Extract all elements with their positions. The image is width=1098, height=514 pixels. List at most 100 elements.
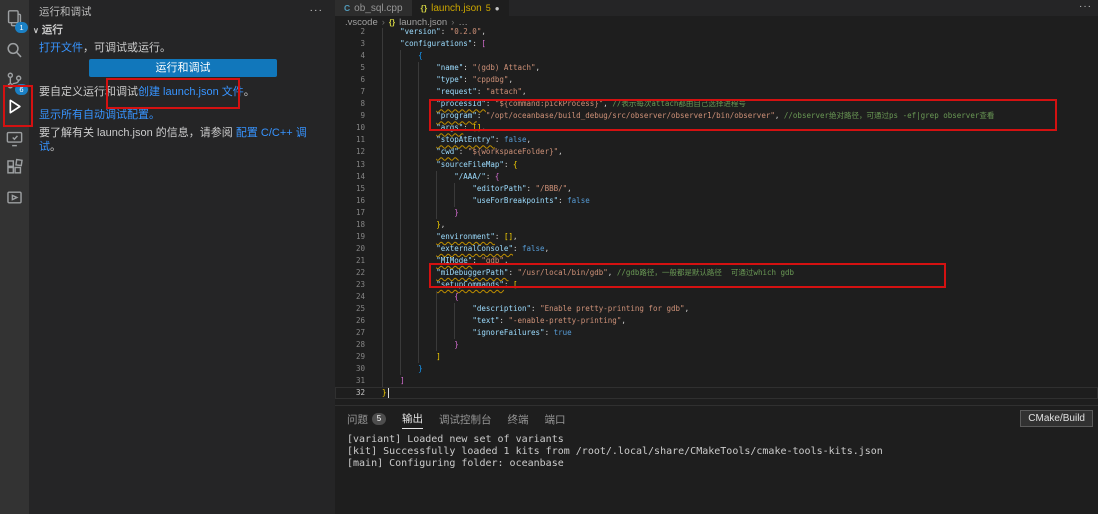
modified-dot-icon: ● [494, 3, 500, 13]
line-number: 10 [355, 123, 365, 133]
output-line: [main] Configuring folder: oceanbase [347, 458, 564, 469]
json-file-icon: {} [420, 3, 428, 13]
code-line[interactable]: 11 "stopAtEntry": false, [335, 134, 1098, 147]
line-number: 9 [360, 111, 365, 121]
code-line[interactable]: 5 "name": "(gdb) Attach", [335, 62, 1098, 75]
code-line[interactable]: 30} [335, 363, 1098, 376]
customize-hint: 要自定义运行和调试创建 launch.json 文件。 [39, 86, 255, 98]
code-line[interactable]: 24{ [335, 291, 1098, 304]
run-section-header[interactable]: ∨ 运行 [33, 22, 63, 37]
code-line[interactable]: 12 "cwd": "${workspaceFolder}", [335, 146, 1098, 159]
screen-check-icon [6, 131, 23, 146]
sidebar-item-test-remote[interactable] [0, 123, 29, 153]
problems-count-badge: 5 [372, 413, 386, 425]
line-number: 23 [355, 279, 365, 289]
code-line[interactable]: 23 "setupCommands": [ [335, 278, 1098, 292]
code-line[interactable]: 3 "configurations": [ [335, 38, 1098, 51]
output-log: [variant] Loaded new set of variants [kit… [347, 434, 1094, 514]
code-line[interactable]: 9 "program": "/opt/oceanbase/build_debug/… [335, 110, 1098, 123]
breadcrumb-launch-json[interactable]: launch.json [399, 17, 447, 28]
tab-ob-sql-cpp[interactable]: C ob_sql.cpp [335, 0, 412, 16]
sidebar-item-explorer[interactable]: 1 [0, 3, 29, 33]
run-debug-sidebar: 运行和调试 ··· ∨ 运行 打开文件，可调试或运行。 运行和调试 要自定义运行和… [29, 0, 335, 514]
line-number: 7 [360, 87, 365, 97]
code-line[interactable]: 27 "ignoreFailures": true [335, 327, 1098, 340]
tab-launch-json[interactable]: {} launch.json 5 ● [411, 0, 509, 16]
sidebar-item-run-debug[interactable] [0, 91, 29, 121]
panel-tab-输出[interactable]: 输出 [402, 411, 423, 429]
code-line[interactable]: 29] [335, 351, 1098, 364]
sidebar-item-extensions[interactable] [0, 152, 29, 182]
code-line[interactable]: 28} [335, 339, 1098, 352]
code-line[interactable]: 20 "externalConsole": false, [335, 242, 1098, 255]
text-cursor [387, 388, 389, 399]
search-icon [7, 42, 22, 57]
line-number: 29 [355, 352, 365, 362]
breadcrumb-symbol[interactable]: … [458, 17, 468, 28]
code-line[interactable]: 18}, [335, 218, 1098, 231]
line-number: 15 [355, 183, 365, 193]
tab-problem-badge: 5 [485, 3, 491, 13]
chevron-down-icon: ∨ [33, 26, 39, 35]
editor-more-actions[interactable]: ··· [1079, 1, 1092, 15]
code-line[interactable]: 10 "args": [], [335, 122, 1098, 135]
line-number: 16 [355, 195, 365, 205]
line-number: 11 [355, 135, 365, 145]
create-launch-json-link[interactable]: 创建 launch.json 文件 [138, 86, 244, 98]
line-number: 30 [355, 364, 365, 374]
panel-tab-端口[interactable]: 端口 [545, 412, 566, 429]
panel-tab-终端[interactable]: 终端 [508, 412, 529, 429]
activity-bar: 1 6 [0, 0, 29, 514]
code-line[interactable]: 32} [335, 387, 1098, 400]
breadcrumb: .vscode › {} launch.json › … [335, 16, 1098, 28]
editor-tab-bar: C ob_sql.cpp {} launch.json 5 ● [335, 0, 1098, 16]
line-number: 4 [360, 51, 365, 61]
sidebar-item-search[interactable] [0, 35, 29, 65]
code-line[interactable]: 19 "environment": [], [335, 230, 1098, 243]
show-auto-configs-link-row: 显示所有自动调试配置。 [39, 108, 327, 122]
code-line[interactable]: 25 "description": "Enable pretty-printing… [335, 303, 1098, 316]
line-number: 18 [355, 219, 365, 229]
line-number: 31 [355, 376, 365, 386]
code-line[interactable]: 22 "miDebuggerPath": "/usr/local/bin/gdb"… [335, 266, 1098, 279]
output-channel-selector[interactable]: CMake/Build [1020, 410, 1093, 427]
remote-explorer-icon [7, 190, 22, 204]
line-number: 21 [355, 255, 365, 265]
line-number: 32 [355, 388, 365, 398]
open-file-link[interactable]: 打开文件 [39, 42, 83, 54]
breadcrumb-vscode[interactable]: .vscode [345, 17, 378, 28]
panel-tab-调试控制台[interactable]: 调试控制台 [439, 412, 492, 429]
show-auto-configs-link[interactable]: 显示所有自动调试配置。 [39, 109, 160, 121]
line-number: 12 [355, 147, 365, 157]
code-line[interactable]: 13 "sourceFileMap": { [335, 158, 1098, 171]
sidebar-item-remote-explorer[interactable] [0, 182, 29, 212]
breadcrumb-separator: › [451, 16, 455, 28]
line-number: 24 [355, 292, 365, 302]
open-file-hint: 打开文件，可调试或运行。 [39, 42, 171, 54]
code-line[interactable]: 16 "useForBreakpoints": false [335, 194, 1098, 207]
panel-tab-bar: 问题 5 输出 调试控制台 终端 端口 [347, 411, 566, 429]
run-and-debug-button[interactable]: 运行和调试 [89, 59, 277, 77]
panel-tab-问题[interactable]: 问题 5 [347, 412, 386, 429]
code-line[interactable]: 7 "request": "attach", [335, 86, 1098, 99]
code-line[interactable]: 17} [335, 206, 1098, 219]
line-number: 17 [355, 207, 365, 217]
code-line[interactable]: 21 "MIMode": "gdb", [335, 254, 1098, 267]
line-number: 22 [355, 267, 365, 277]
json-file-icon: {} [388, 17, 396, 27]
code-line[interactable]: 31] [335, 375, 1098, 388]
editor-group: C ob_sql.cpp {} launch.json 5 ● ··· .vsc… [335, 0, 1098, 405]
code-line[interactable]: 15 "editorPath": "/BBB/", [335, 182, 1098, 195]
line-number: 27 [355, 328, 365, 338]
output-line: [variant] Loaded new set of variants [347, 434, 564, 445]
code-line[interactable]: 14 "/AAA/": { [335, 170, 1098, 183]
code-line[interactable]: 26 "text": "-enable-pretty-printing", [335, 315, 1098, 328]
breadcrumb-separator: › [381, 16, 385, 28]
sidebar-more-actions[interactable]: ··· [310, 4, 324, 16]
code-line[interactable]: 6 "type": "cppdbg", [335, 74, 1098, 87]
code-line[interactable]: 8 "processId": "${command:pickProcess}", … [335, 98, 1098, 111]
line-number: 20 [355, 243, 365, 253]
line-number: 13 [355, 159, 365, 169]
code-line[interactable]: 4{ [335, 50, 1098, 63]
line-number: 28 [355, 340, 365, 350]
